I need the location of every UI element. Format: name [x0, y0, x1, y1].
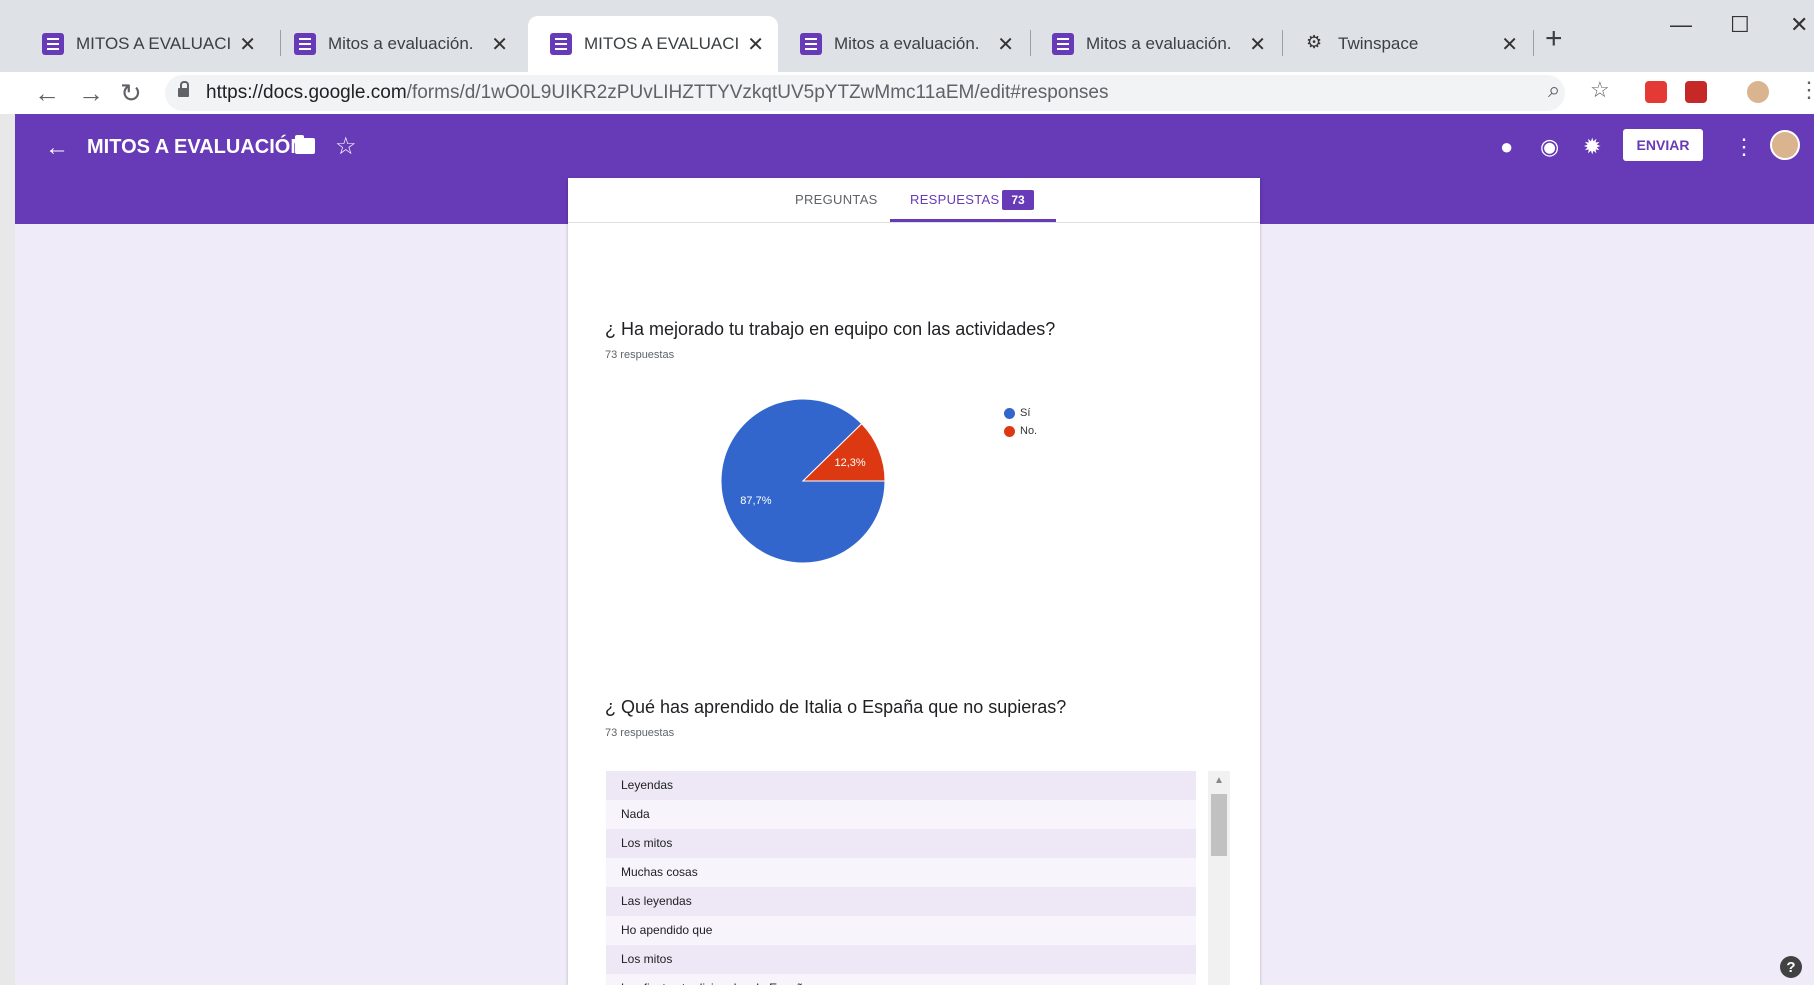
scroll-up-arrow-icon[interactable]: ▲ — [1214, 775, 1224, 786]
browser-tab[interactable]: Twinspace ✕ — [1282, 16, 1532, 72]
list-item: Las fiestas tradicionales de España — [606, 974, 1196, 985]
tab-title: MITOS A EVALUACIÓN. — [584, 34, 740, 53]
tab-title: MITOS A EVALUACIÓN. — [76, 34, 232, 53]
tab-title: Mitos a evaluación. — [1086, 34, 1232, 53]
legend-item: Sí — [1004, 407, 1030, 419]
pie-slice-label: 87,7% — [740, 495, 771, 507]
response-list: Leyendas Nada Los mitos Muchas cosas Las… — [606, 771, 1230, 985]
question-title: ¿ Ha mejorado tu trabajo en equipo con l… — [605, 319, 1056, 339]
legend-item: No. — [1004, 425, 1037, 437]
close-window-button[interactable]: ✕ — [1790, 12, 1808, 38]
forms-icon — [1052, 33, 1074, 55]
tab-responses[interactable]: RESPUESTAS — [910, 192, 999, 207]
response-count: 73 respuestas — [605, 727, 675, 739]
legend-swatch — [1004, 407, 1015, 419]
zoom-icon[interactable]: ⌕ — [1548, 77, 1560, 103]
extension-icon[interactable] — [1685, 81, 1707, 103]
tab-divider — [1533, 30, 1534, 56]
forms-icon — [550, 33, 572, 55]
list-item: Ho apendido que — [606, 916, 1196, 945]
tab-title: Twinspace — [1338, 34, 1419, 53]
folder-icon[interactable] — [295, 135, 315, 154]
address-bar: ← → ↻ https://docs.google.com/forms/d/1w… — [0, 72, 1814, 114]
forms-icon — [294, 33, 316, 55]
back-arrow-icon[interactable]: ← — [34, 78, 60, 109]
new-tab-button[interactable]: + — [1545, 22, 1563, 56]
browser-tab[interactable]: MITOS A EVALUACIÓN. ✕ — [20, 16, 270, 72]
avatar[interactable] — [1770, 130, 1800, 160]
list-item: Los mitos — [606, 829, 1196, 858]
legend-swatch — [1004, 425, 1015, 437]
bookmark-star-icon[interactable]: ☆ — [1590, 77, 1610, 103]
forms-icon — [800, 33, 822, 55]
browser-tab[interactable]: Mitos a evaluación. ✕ — [272, 16, 522, 72]
close-icon[interactable]: ✕ — [491, 32, 508, 57]
palette-icon[interactable]: ● — [1500, 134, 1513, 160]
lock-icon — [178, 81, 189, 97]
reload-icon[interactable]: ↻ — [120, 78, 142, 109]
preview-eye-icon[interactable]: ◉ — [1540, 134, 1559, 160]
close-icon[interactable]: ✕ — [747, 32, 764, 57]
back-arrow-icon[interactable]: ← — [45, 134, 69, 162]
list-item: Leyendas — [606, 771, 1196, 800]
window-edge — [0, 114, 15, 985]
browser-tab-active[interactable]: MITOS A EVALUACIÓN. ✕ — [528, 16, 778, 72]
help-icon[interactable]: ? — [1780, 956, 1802, 978]
chrome-menu-icon[interactable]: ⋮ — [1798, 77, 1814, 103]
responses-card: PREGUNTAS RESPUESTAS 73 ¿ Ha mejorado tu… — [568, 178, 1260, 985]
extension-icon[interactable] — [1645, 81, 1667, 103]
minimize-button[interactable]: — — [1670, 12, 1692, 38]
pie-chart: 87,7% 12,3% — [720, 398, 886, 564]
tab-title: Mitos a evaluación. — [834, 34, 980, 53]
close-icon[interactable]: ✕ — [239, 32, 256, 57]
list-item: Las leyendas — [606, 887, 1196, 916]
legend-label: No. — [1020, 425, 1038, 437]
legend-label: Sí — [1020, 407, 1031, 419]
active-tab-indicator — [890, 219, 1056, 222]
close-icon[interactable]: ✕ — [997, 32, 1014, 57]
tab-questions[interactable]: PREGUNTAS — [795, 192, 878, 207]
forward-arrow-icon[interactable]: → — [78, 78, 104, 109]
browser-tab[interactable]: Mitos a evaluación. ✕ — [1030, 16, 1280, 72]
settings-gear-icon[interactable]: ✹ — [1583, 134, 1601, 160]
more-options-icon[interactable]: ⋮ — [1733, 134, 1755, 160]
form-title[interactable]: MITOS A EVALUACIÓN. — [87, 136, 310, 159]
maximize-button[interactable]: ☐ — [1730, 12, 1750, 38]
close-icon[interactable]: ✕ — [1249, 32, 1266, 57]
url-host: https://docs.google.com — [206, 82, 407, 103]
browser-tab-bar: MITOS A EVALUACIÓN. ✕ Mitos a evaluación… — [0, 0, 1814, 72]
list-item: Los mitos — [606, 945, 1196, 974]
list-item: Nada — [606, 800, 1196, 829]
tab-title: Mitos a evaluación. — [328, 34, 474, 53]
scroll-thumb[interactable] — [1211, 794, 1227, 856]
scrollbar[interactable]: ▲ — [1208, 771, 1230, 985]
question-title: ¿ Qué has aprendido de Italia o España q… — [605, 697, 1067, 717]
browser-tab[interactable]: Mitos a evaluación. ✕ — [778, 16, 1028, 72]
twinspace-icon — [1304, 32, 1326, 55]
response-count-badge: 73 — [1002, 190, 1034, 210]
form-tabs: PREGUNTAS RESPUESTAS 73 — [568, 178, 1260, 223]
url-text[interactable]: https://docs.google.com/forms/d/1wO0L9UI… — [206, 82, 1109, 104]
profile-avatar[interactable] — [1747, 81, 1769, 103]
send-button[interactable]: ENVIAR — [1623, 129, 1703, 161]
response-count: 73 respuestas — [605, 349, 675, 361]
list-item: Muchas cosas — [606, 858, 1196, 887]
url-path: /forms/d/1wO0L9UIKR2zPUvLIHZTTYVzkqtUV5p… — [406, 82, 1109, 103]
star-icon[interactable]: ☆ — [335, 132, 357, 161]
close-icon[interactable]: ✕ — [1501, 32, 1518, 57]
forms-icon — [42, 33, 64, 55]
pie-slice-label: 12,3% — [834, 457, 865, 469]
